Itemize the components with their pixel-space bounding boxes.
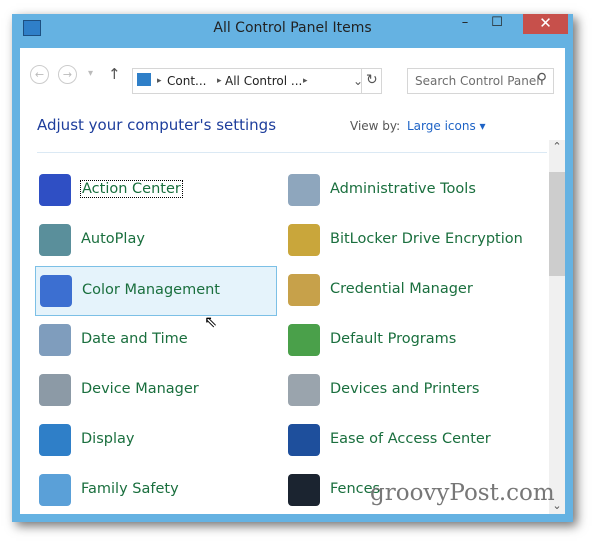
item-label: Display xyxy=(81,431,135,447)
item-label: Date and Time xyxy=(81,331,188,347)
page-title: Adjust your computer's settings xyxy=(37,116,277,134)
control-panel-item-date-and-time[interactable]: Date and Time xyxy=(35,316,275,364)
control-panel-item-credential-manager[interactable]: Credential Manager xyxy=(284,266,524,314)
breadcrumb-separator: ▸ xyxy=(157,76,162,86)
printer-icon xyxy=(288,374,320,406)
control-panel-item-administrative-tools[interactable]: Administrative Tools xyxy=(284,166,524,214)
family-icon xyxy=(39,474,71,506)
item-label: Family Safety xyxy=(81,481,179,497)
breadcrumb-control-panel[interactable]: Cont... xyxy=(167,74,206,88)
view-by-dropdown[interactable]: Large icons ▾ xyxy=(407,119,486,133)
control-panel-item-bitlocker-drive-encryption[interactable]: BitLocker Drive Encryption xyxy=(284,216,524,264)
control-panel-item-color-management[interactable]: Color Management xyxy=(35,266,277,316)
title-bar: All Control Panel Items – ☐ ✕ xyxy=(12,14,573,48)
item-label: AutoPlay xyxy=(81,231,145,247)
control-panel-item-display[interactable]: Display xyxy=(35,416,275,464)
flag-icon xyxy=(39,174,71,206)
back-button[interactable]: ← xyxy=(30,65,49,84)
refresh-button[interactable]: ↻ xyxy=(366,72,378,88)
control-panel-window: All Control Panel Items – ☐ ✕ ← → ▾ ↑ ▸ … xyxy=(12,14,573,522)
view-by-label: View by: xyxy=(350,119,401,133)
item-label: BitLocker Drive Encryption xyxy=(330,231,523,247)
device-manager-icon xyxy=(39,374,71,406)
color-monitor-icon xyxy=(40,275,72,307)
recent-locations-button[interactable]: ▾ xyxy=(88,68,93,79)
control-panel-item-family-safety[interactable]: Family Safety xyxy=(35,466,275,514)
fences-icon xyxy=(288,474,320,506)
gear-checklist-icon xyxy=(288,174,320,206)
item-label: Administrative Tools xyxy=(330,181,476,197)
scroll-up-button[interactable]: ⌃ xyxy=(549,140,565,153)
control-panel-item-devices-and-printers[interactable]: Devices and Printers xyxy=(284,366,524,414)
autoplay-icon xyxy=(39,224,71,256)
default-programs-icon xyxy=(288,324,320,356)
item-label: Default Programs xyxy=(330,331,457,347)
ease-of-access-icon xyxy=(288,424,320,456)
control-panel-item-action-center[interactable]: Action Center xyxy=(35,166,275,214)
control-panel-item-ease-of-access-center[interactable]: Ease of Access Center xyxy=(284,416,524,464)
search-input[interactable]: Search Control Panel ⚲ xyxy=(407,68,554,94)
mouse-cursor: ⇖ xyxy=(204,312,218,331)
breadcrumb-all-items[interactable]: All Control ... xyxy=(225,74,302,88)
breadcrumb-separator: ▸ xyxy=(303,76,308,86)
item-label: Action Center xyxy=(80,180,183,198)
close-button[interactable]: ✕ xyxy=(523,14,568,34)
item-label: Devices and Printers xyxy=(330,381,480,397)
item-label: Device Manager xyxy=(81,381,199,397)
forward-button[interactable]: → xyxy=(58,65,77,84)
display-icon xyxy=(39,424,71,456)
control-panel-icon xyxy=(137,73,151,86)
search-placeholder: Search Control Panel xyxy=(415,74,540,88)
vault-icon xyxy=(288,274,320,306)
search-icon[interactable]: ⚲ xyxy=(537,71,547,87)
divider xyxy=(37,152,547,153)
address-bar[interactable]: ▸ Cont... ▸ All Control ... ▸ ⌄ ↻ xyxy=(132,68,382,94)
item-label: Credential Manager xyxy=(330,281,473,297)
control-panel-item-device-manager[interactable]: Device Manager xyxy=(35,366,275,414)
up-button[interactable]: ↑ xyxy=(108,65,121,83)
watermark: groovyPost.com xyxy=(370,480,555,506)
maximize-button[interactable]: ☐ xyxy=(484,14,510,34)
breadcrumb-separator: ▸ xyxy=(217,76,222,86)
content-area: ← → ▾ ↑ ▸ Cont... ▸ All Control ... ▸ ⌄ … xyxy=(20,48,565,514)
minimize-button[interactable]: – xyxy=(452,14,478,34)
lock-drive-icon xyxy=(288,224,320,256)
item-label: Color Management xyxy=(82,282,220,298)
scrollbar-thumb[interactable] xyxy=(549,172,565,276)
control-panel-item-default-programs[interactable]: Default Programs xyxy=(284,316,524,364)
control-panel-item-autoplay[interactable]: AutoPlay xyxy=(35,216,275,264)
calendar-clock-icon xyxy=(39,324,71,356)
item-label: Ease of Access Center xyxy=(330,431,491,447)
